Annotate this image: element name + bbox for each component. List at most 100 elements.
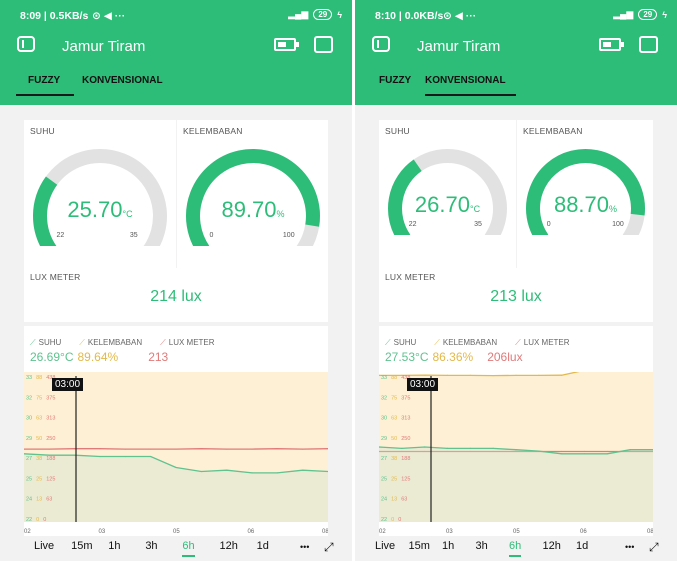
y-tick-kelembaban-0: 88 <box>36 375 42 381</box>
cursor-time-label[interactable]: 03:00 <box>52 378 84 391</box>
lux-card: LUX METER 214 lux <box>24 268 328 322</box>
y-tick-3: 29 50 250 <box>26 436 55 442</box>
y-tick-lux-5: 125 <box>401 476 410 482</box>
suhu-gauge-value: 25.70°C <box>32 197 168 223</box>
point-lux-4 <box>124 448 126 450</box>
point-suhu-7 <box>200 470 202 473</box>
point-suhu-6 <box>175 466 177 469</box>
cursor-time-label[interactable]: 03:00 <box>407 378 439 391</box>
legend-marker-lux: ⟋ <box>160 338 166 347</box>
range-1d[interactable]: 1d <box>257 540 269 552</box>
range-12h[interactable]: 12h <box>542 540 560 552</box>
device-icon[interactable] <box>17 36 35 52</box>
kelembaban-gauge-value: 88.70% <box>525 192 646 218</box>
y-tick-5: 25 25 125 <box>381 476 410 482</box>
chart-card: ⟋ SUHU ⟋ KELEMBABAN ⟋ LUX METER 27.53°C 86.36% 2… <box>379 326 653 536</box>
y-tick-lux-5: 125 <box>46 476 55 482</box>
charging-icon: ϟ <box>662 9 667 20</box>
point-lux-1 <box>48 448 50 450</box>
range-15m[interactable]: 15m <box>408 540 429 552</box>
y-tick-kelembaban-2: 63 <box>391 416 397 422</box>
point-suhu-4 <box>469 447 471 449</box>
legend-item-lux[interactable]: ⟋ LUX METER <box>515 338 578 347</box>
point-suhu-10 <box>606 453 608 455</box>
x-tick-0: 02 <box>379 529 386 535</box>
suhu-value-number: 25.70 <box>67 196 123 222</box>
lux-label: LUX METER <box>385 272 436 282</box>
y-tick-kelembaban-6: 13 <box>391 497 397 503</box>
tab-fuzzy[interactable]: FUZZY <box>16 75 75 96</box>
live-values: 26.69°C 89.64% 213 <box>30 350 168 364</box>
y-tick-lux-2: 313 <box>46 416 55 422</box>
kelembaban-gauge-max: 100 <box>612 221 624 229</box>
fullscreen-icon[interactable] <box>639 36 658 53</box>
point-lux-7 <box>200 448 202 450</box>
tab-konvensional[interactable]: KONVENSIONAL <box>425 75 516 96</box>
expand-icon[interactable]: ⤢ <box>324 540 334 555</box>
kelembaban-gauge-max: 100 <box>282 231 295 239</box>
range-1d[interactable]: 1d <box>576 540 588 552</box>
expand-icon[interactable]: ⤢ <box>649 540 659 555</box>
range-1h[interactable]: 1h <box>108 540 120 552</box>
range-15m[interactable]: 15m <box>71 540 92 552</box>
y-tick-kelembaban-6: 13 <box>36 497 42 503</box>
point-suhu-8 <box>226 469 228 471</box>
line-chart: 33 88 43832 75 37530 63 31329 50 25027 38 18825 25 1… <box>24 372 328 535</box>
range-3h[interactable]: 3h <box>145 540 157 552</box>
kelembaban-gauge-min: 0 <box>209 231 214 239</box>
tab-konvensional[interactable]: KONVENSIONAL <box>82 75 163 94</box>
y-tick-lux-7: 0 <box>43 517 46 523</box>
suhu-gauge-min: 22 <box>408 221 417 229</box>
y-tick-lux-4: 188 <box>401 456 410 462</box>
app-title: Jamur Tiram <box>417 38 501 55</box>
legend-item-suhu[interactable]: ⟋ SUHU <box>385 338 425 347</box>
y-tick-6: 24 13 63 <box>381 497 407 503</box>
legend-label-suhu: SUHU <box>393 338 417 347</box>
range-12h[interactable]: 12h <box>220 540 238 552</box>
range-6h[interactable]: 6h <box>508 540 522 557</box>
point-suhu-3 <box>446 447 449 449</box>
y-tick-lux-6: 63 <box>401 497 407 503</box>
legend-item-suhu[interactable]: ⟋ SUHU <box>30 338 70 347</box>
y-tick-kelembaban-7: 0 <box>391 517 394 523</box>
suhu-gauge-max: 35 <box>129 231 138 239</box>
lux-value: 213 lux <box>490 288 542 305</box>
point-suhu-9 <box>583 453 586 455</box>
legend-item-kelembaban[interactable]: ⟋ KELEMBABAN <box>79 338 151 347</box>
point-suhu-11 <box>302 469 304 471</box>
y-tick-kelembaban-0: 88 <box>391 375 397 381</box>
point-suhu-6 <box>515 449 517 451</box>
range-live[interactable]: Live <box>34 540 54 552</box>
range-1h[interactable]: 1h <box>442 540 454 552</box>
range-3h[interactable]: 3h <box>475 540 487 552</box>
point-lux-5 <box>150 448 152 450</box>
point-suhu-3 <box>99 455 101 458</box>
device-icon[interactable] <box>372 36 390 52</box>
chart-legend: ⟋ SUHU ⟋ KELEMBABAN ⟋ LUX METER <box>385 338 588 348</box>
y-tick-kelembaban-4: 38 <box>391 456 397 462</box>
battery-widget-icon[interactable] <box>599 38 624 51</box>
fullscreen-icon[interactable] <box>314 36 333 53</box>
point-lux-10 <box>276 448 278 450</box>
status-right-icons: ▂▄▆ 29 ϟ <box>288 9 342 20</box>
battery-widget-icon[interactable] <box>274 38 299 51</box>
point-kelembaban-5 <box>492 374 494 377</box>
y-tick-lux-7: 0 <box>398 517 401 523</box>
y-tick-suhu-5: 25 <box>26 476 32 482</box>
point-kelembaban-7 <box>538 374 540 377</box>
legend-item-kelembaban[interactable]: ⟋ KELEMBABAN <box>434 338 506 347</box>
point-lux-9 <box>251 448 253 450</box>
gauge-card-kelembaban: KELEMBABAN 89.70% 0 100 <box>177 120 328 268</box>
range-6h[interactable]: 6h <box>182 540 195 557</box>
status-time: 8:09 | 0.5KB/s <box>20 10 89 22</box>
lux-value: 214 lux <box>150 288 202 305</box>
more-options-icon[interactable]: ••• <box>300 542 309 552</box>
more-options-icon[interactable]: ••• <box>625 542 634 552</box>
point-suhu-1 <box>401 447 403 449</box>
status-time: 8:10 | 0.0KB/s <box>375 10 444 22</box>
range-live[interactable]: Live <box>375 540 395 552</box>
tab-fuzzy[interactable]: FUZZY <box>379 75 411 94</box>
legend-item-lux[interactable]: ⟋ LUX METER <box>160 338 223 347</box>
y-tick-kelembaban-7: 0 <box>36 517 39 523</box>
y-tick-3: 29 50 250 <box>381 436 410 442</box>
